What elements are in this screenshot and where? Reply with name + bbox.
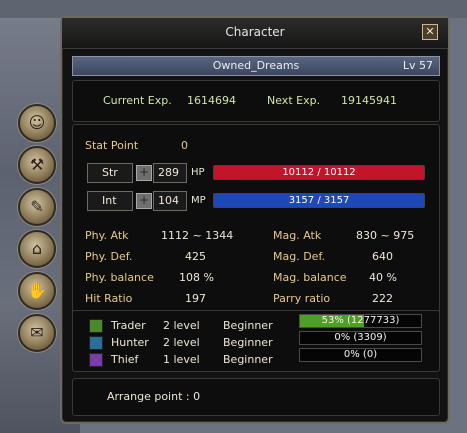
- int-value-box: 104: [153, 191, 187, 211]
- hit-ratio-label: Hit Ratio: [85, 292, 133, 305]
- job-name: Thief: [111, 353, 139, 366]
- str-plus-button[interactable]: +: [136, 165, 152, 181]
- character-window: Character ✕ Owned_Dreams Lv 57 Current E…: [60, 16, 450, 424]
- arrange-panel: Arrange point : 0: [72, 378, 440, 416]
- character-tab-icon[interactable]: ☺: [18, 104, 56, 142]
- job-level: 1 level: [163, 353, 200, 366]
- hit-ratio-value: 197: [185, 292, 206, 305]
- next-exp-value: 19145941: [341, 94, 397, 107]
- next-exp-label: Next Exp.: [267, 94, 321, 107]
- plus-icon: +: [138, 165, 150, 179]
- job-progress-bar: 53% (1277733): [299, 314, 422, 328]
- arrange-point: Arrange point : 0: [107, 390, 201, 403]
- mp-label: MP: [191, 195, 206, 206]
- skills-tab-icon[interactable]: ✎: [18, 188, 56, 226]
- phy-atk-label: Phy. Atk: [85, 229, 129, 242]
- job-level: 2 level: [163, 319, 200, 332]
- plus-icon: +: [138, 193, 150, 207]
- titlebar: Character ✕: [62, 18, 448, 49]
- job-rank: Beginner: [223, 353, 273, 366]
- phy-def-label: Phy. Def.: [85, 250, 133, 263]
- job-rank: Beginner: [223, 319, 273, 332]
- str-value-box: 289: [153, 163, 187, 183]
- phy-atk-value: 1112 ~ 1344: [161, 229, 234, 242]
- phy-balance-label: Phy. balance: [85, 271, 154, 284]
- mp-bar: 3157 / 3157: [213, 193, 425, 208]
- current-exp-value: 1614694: [187, 94, 236, 107]
- int-label: Int: [102, 194, 117, 207]
- hp-label: HP: [191, 167, 205, 178]
- int-plus-button[interactable]: +: [136, 193, 152, 209]
- phy-balance-value: 108 %: [179, 271, 214, 284]
- job-level: 2 level: [163, 336, 200, 349]
- scroll-tab-icon[interactable]: ✉: [18, 314, 56, 352]
- mag-def-value: 640: [372, 250, 393, 263]
- hunter-icon: [89, 336, 103, 350]
- mag-atk-value: 830 ~ 975: [356, 229, 415, 242]
- character-name: Owned_Dreams: [212, 59, 300, 72]
- int-label-box: Int: [87, 191, 133, 211]
- job-progress-bar: 0% (3309): [299, 331, 422, 345]
- job-name: Trader: [111, 319, 146, 332]
- stat-point-value: 0: [181, 139, 188, 152]
- mag-atk-label: Mag. Atk: [273, 229, 322, 242]
- mag-def-label: Mag. Def.: [273, 250, 326, 263]
- str-label: Str: [102, 166, 118, 179]
- window-title: Character: [225, 25, 285, 39]
- stats-panel: Stat Point 0 Str + 289 HP 10112 / 10112 …: [72, 124, 440, 322]
- hp-text: 10112 / 10112: [282, 167, 356, 178]
- equipment-tab-icon[interactable]: ⚒: [18, 146, 56, 184]
- phy-def-value: 425: [185, 250, 206, 263]
- mag-balance-label: Mag. balance: [273, 271, 347, 284]
- boots-tab-icon[interactable]: ⌂: [18, 230, 56, 268]
- trader-icon: [89, 319, 103, 333]
- parry-ratio-label: Parry ratio: [273, 292, 331, 305]
- hp-bar: 10112 / 10112: [213, 165, 425, 180]
- character-name-bar: Owned_Dreams Lv 57: [72, 56, 440, 76]
- str-value: 289: [158, 166, 179, 179]
- close-button[interactable]: ✕: [422, 24, 438, 40]
- current-exp-label: Current Exp.: [103, 94, 172, 107]
- job-progress-text: 0% (0): [343, 349, 378, 360]
- mag-balance-value: 40 %: [369, 271, 397, 284]
- character-level: Lv 57: [402, 59, 433, 72]
- handshake-tab-icon[interactable]: ✋: [18, 272, 56, 310]
- exp-panel: Current Exp. 1614694 Next Exp. 19145941: [72, 80, 440, 122]
- job-rank: Beginner: [223, 336, 273, 349]
- str-label-box: Str: [87, 163, 133, 183]
- job-progress-text: 0% (3309): [334, 332, 387, 343]
- stat-point-label: Stat Point: [85, 139, 139, 152]
- int-value: 104: [158, 194, 179, 207]
- mp-text: 3157 / 3157: [288, 195, 350, 206]
- close-icon: ✕: [425, 25, 435, 38]
- job-progress-bar: 0% (0): [299, 348, 422, 362]
- parry-ratio-value: 222: [372, 292, 393, 305]
- thief-icon: [89, 353, 103, 367]
- job-name: Hunter: [111, 336, 149, 349]
- job-progress-text: 53% (1277733): [321, 315, 400, 326]
